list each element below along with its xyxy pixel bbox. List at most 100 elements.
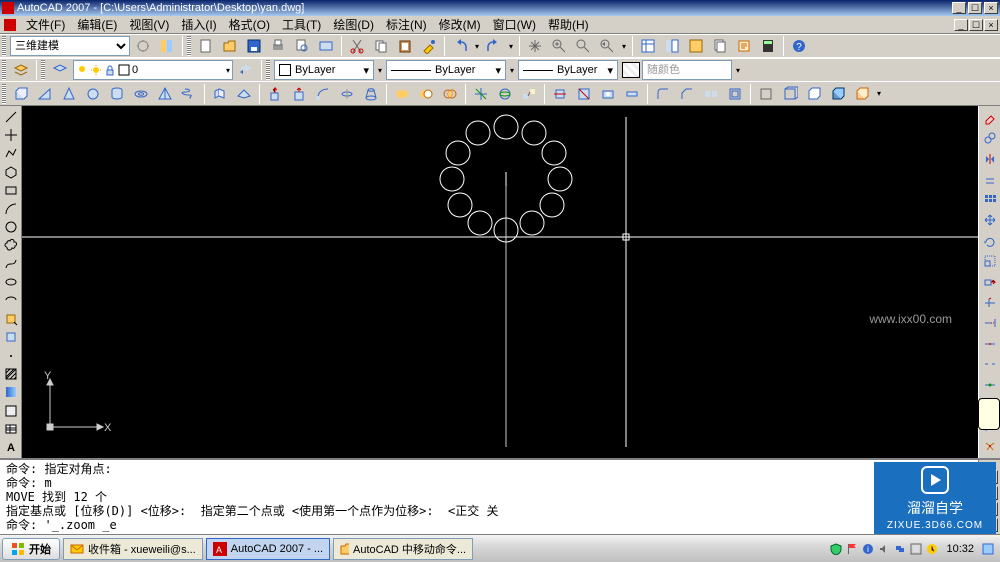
menu-tools[interactable]: 工具(T)	[276, 16, 327, 33]
linetype-select[interactable]: ByLayer ▾	[386, 60, 506, 80]
explode-button[interactable]	[980, 437, 1000, 457]
extend-button[interactable]	[980, 313, 1000, 333]
hatch-button[interactable]	[1, 365, 21, 382]
tray-network-icon[interactable]	[894, 543, 906, 555]
mdi-minimize-button[interactable]: _	[954, 19, 968, 31]
taskbar-item-autocad[interactable]: A AutoCAD 2007 - ...	[206, 538, 330, 560]
ellipse-button[interactable]	[1, 273, 21, 290]
toolbar-grip[interactable]	[41, 60, 45, 80]
menu-modify[interactable]: 修改(M)	[433, 16, 487, 33]
visual-style-hidden-button[interactable]	[803, 83, 825, 105]
extrude-button[interactable]	[264, 83, 286, 105]
open-button[interactable]	[219, 35, 241, 57]
fillet-edge-button[interactable]	[652, 83, 674, 105]
subtract-button[interactable]	[415, 83, 437, 105]
copy-button[interactable]	[370, 35, 392, 57]
zoom-window-button[interactable]	[572, 35, 594, 57]
3dalign-button[interactable]	[518, 83, 540, 105]
menu-dim[interactable]: 标注(N)	[380, 16, 433, 33]
visual-style-2d-button[interactable]	[755, 83, 777, 105]
break-button[interactable]	[980, 354, 1000, 374]
match-prop-button[interactable]	[418, 35, 440, 57]
sweep-button[interactable]	[312, 83, 334, 105]
trim-button[interactable]	[980, 293, 1000, 313]
new-button[interactable]	[195, 35, 217, 57]
box-button[interactable]	[10, 83, 32, 105]
lineweight-select[interactable]: ByLayer ▾	[518, 60, 618, 80]
separate-button[interactable]	[700, 83, 722, 105]
taskbar-item-folder[interactable]: AutoCAD 中移动命令...	[333, 538, 473, 560]
erase-button[interactable]	[980, 108, 1000, 128]
torus-button[interactable]	[130, 83, 152, 105]
quick-calc-button[interactable]	[757, 35, 779, 57]
undo-dropdown[interactable]: ▾	[473, 42, 481, 51]
toolbar-grip[interactable]	[2, 60, 6, 80]
tray-clock[interactable]: 10:32	[942, 543, 978, 555]
sphere-button[interactable]	[82, 83, 104, 105]
tray-volume-icon[interactable]	[878, 543, 890, 555]
color-dropdown[interactable]: ▾	[376, 66, 384, 75]
color-select[interactable]: ByLayer ▾	[274, 60, 374, 80]
toolbar-grip[interactable]	[266, 60, 270, 80]
3drotate-button[interactable]	[494, 83, 516, 105]
tray-flag-icon[interactable]	[846, 543, 858, 555]
menu-draw[interactable]: 绘图(D)	[327, 16, 380, 33]
slice-button[interactable]	[573, 83, 595, 105]
copy-obj-button[interactable]	[980, 129, 1000, 149]
tool-palettes-button[interactable]	[685, 35, 707, 57]
visual-style-wire-button[interactable]	[779, 83, 801, 105]
insert-block-button[interactable]	[1, 310, 21, 327]
gradient-button[interactable]	[1, 384, 21, 401]
toolbar-grip[interactable]	[187, 36, 191, 56]
thicken-button[interactable]	[621, 83, 643, 105]
publish-button[interactable]	[315, 35, 337, 57]
menu-file[interactable]: 文件(F)	[20, 16, 71, 33]
print-button[interactable]	[267, 35, 289, 57]
presspull-button[interactable]	[288, 83, 310, 105]
shell-button[interactable]	[724, 83, 746, 105]
tray-desktop-icon[interactable]	[982, 543, 994, 555]
maximize-button[interactable]: ☐	[968, 2, 982, 14]
cut-button[interactable]	[346, 35, 368, 57]
plotstyle-select[interactable]: 随颜色	[642, 60, 732, 80]
drawing-canvas[interactable]: Y X www.ixx00.com	[22, 106, 978, 458]
design-center-button[interactable]	[661, 35, 683, 57]
workspace-select[interactable]: 三维建模	[10, 36, 130, 56]
menu-format[interactable]: 格式(O)	[223, 16, 276, 33]
line-button[interactable]	[1, 108, 21, 125]
zoom-realtime-button[interactable]	[548, 35, 570, 57]
menu-view[interactable]: 视图(V)	[123, 16, 175, 33]
rectangle-button[interactable]	[1, 182, 21, 199]
stretch-button[interactable]	[980, 272, 1000, 292]
paste-button[interactable]	[394, 35, 416, 57]
undo-button[interactable]	[449, 35, 471, 57]
redo-button[interactable]	[483, 35, 505, 57]
print-preview-button[interactable]	[291, 35, 313, 57]
toolpalette-button[interactable]	[156, 35, 178, 57]
zoom-previous-button[interactable]	[596, 35, 618, 57]
region-button[interactable]	[1, 402, 21, 419]
array-button[interactable]	[980, 190, 1000, 210]
menu-help[interactable]: 帮助(H)	[542, 16, 595, 33]
zoom-dropdown[interactable]: ▾	[620, 42, 628, 51]
arc-button[interactable]	[1, 200, 21, 217]
offset-button[interactable]	[980, 170, 1000, 190]
chamfer-edge-button[interactable]	[676, 83, 698, 105]
spline-button[interactable]	[1, 255, 21, 272]
cylinder-button[interactable]	[106, 83, 128, 105]
menu-insert[interactable]: 插入(I)	[175, 16, 222, 33]
workspace-settings-button[interactable]	[132, 35, 154, 57]
minimize-button[interactable]: _	[952, 2, 966, 14]
mdi-restore-button[interactable]: ☐	[969, 19, 983, 31]
polysolid-button[interactable]	[209, 83, 231, 105]
plotstyle-dropdown[interactable]: ▾	[734, 66, 742, 75]
visualstyle-dropdown[interactable]: ▾	[875, 89, 883, 98]
loft-button[interactable]	[360, 83, 382, 105]
tray-multi-icon[interactable]	[910, 543, 922, 555]
move-button[interactable]	[980, 211, 1000, 231]
start-button[interactable]: 开始	[2, 538, 60, 560]
circle-button[interactable]	[1, 218, 21, 235]
scale-button[interactable]	[980, 252, 1000, 272]
help-button[interactable]: ?	[788, 35, 810, 57]
cone-button[interactable]	[58, 83, 80, 105]
